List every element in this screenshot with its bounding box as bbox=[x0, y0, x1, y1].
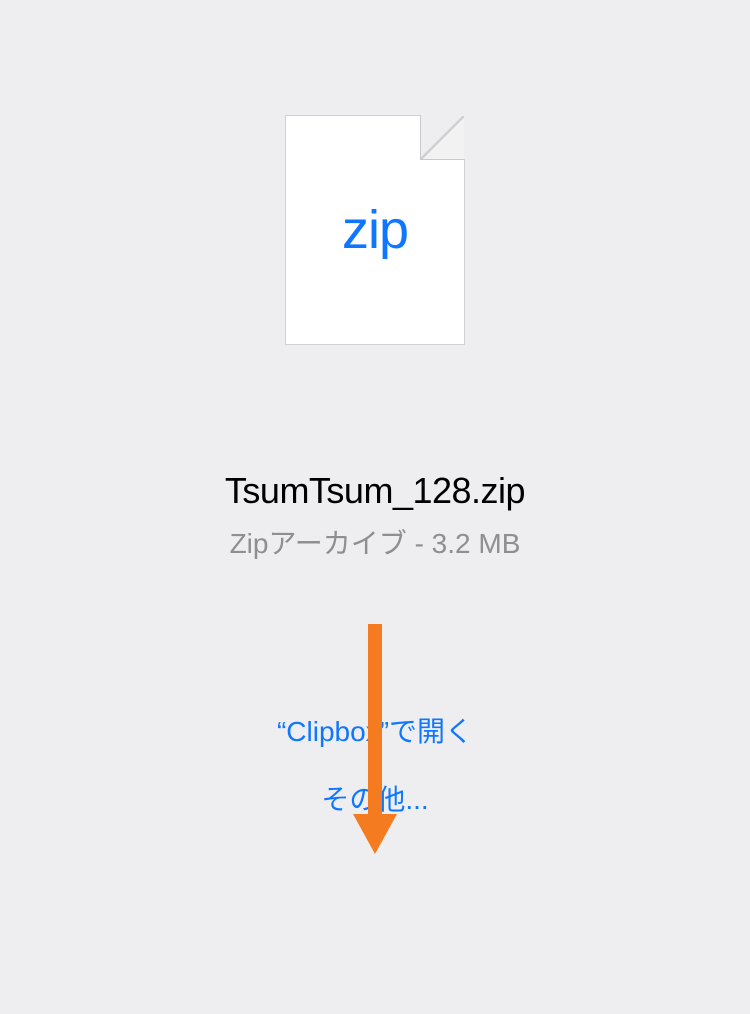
file-meta: Zipアーカイブ - 3.2 MB bbox=[225, 522, 525, 562]
file-info: TsumTsum_128.zip Zipアーカイブ - 3.2 MB bbox=[225, 470, 525, 562]
file-icon: zip bbox=[285, 115, 465, 345]
file-name: TsumTsum_128.zip bbox=[225, 470, 525, 512]
actions: “Clipbox”で開く その他... bbox=[277, 710, 473, 818]
more-button[interactable]: その他... bbox=[321, 778, 428, 818]
open-with-button[interactable]: “Clipbox”で開く bbox=[277, 710, 473, 750]
file-type-label: zip bbox=[342, 199, 408, 261]
